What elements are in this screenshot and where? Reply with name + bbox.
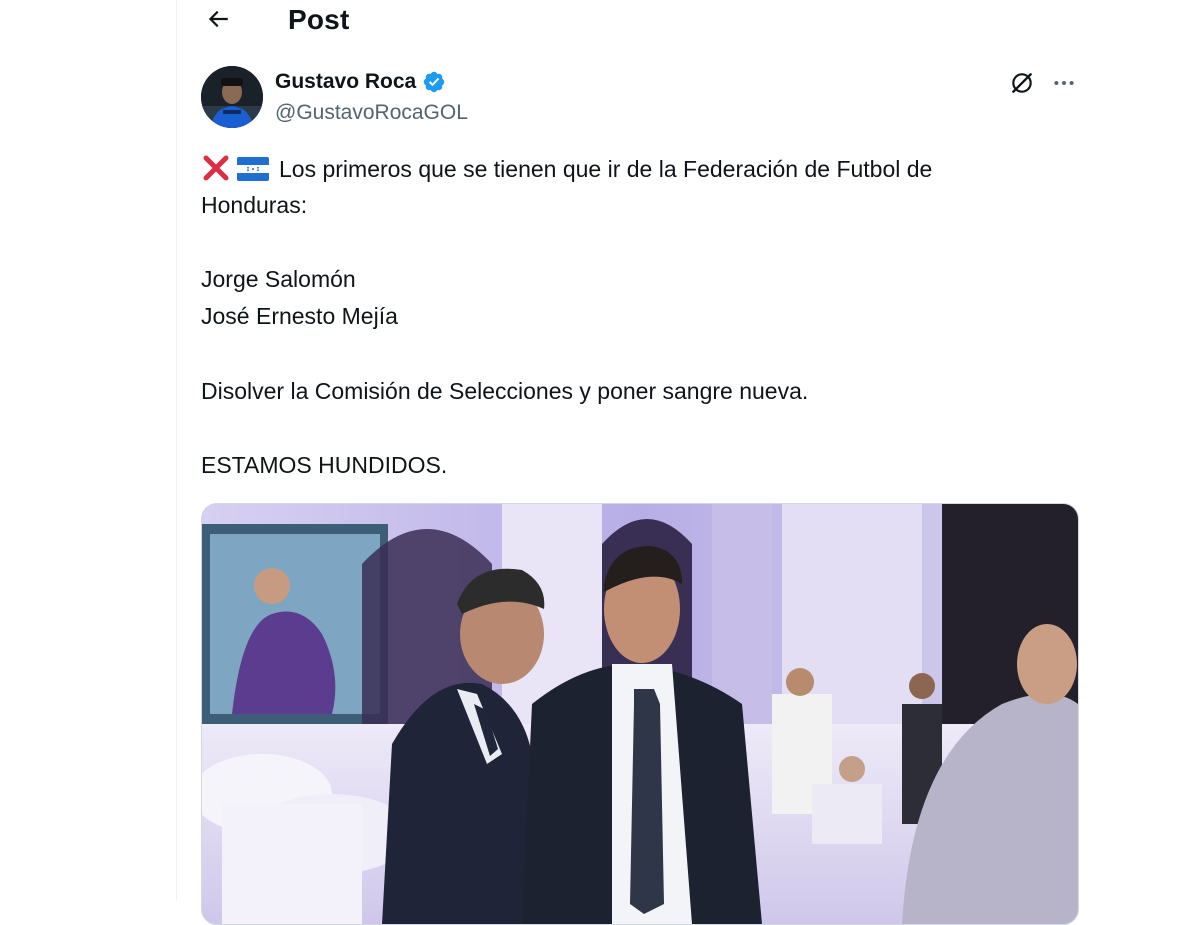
tweet-text-line-3: Jorge Salomón: [201, 266, 356, 292]
tweet-text-line-5: Disolver la Comisión de Selecciones y po…: [201, 378, 809, 404]
tweet-media-photo[interactable]: [201, 503, 1079, 925]
back-button[interactable]: [201, 2, 235, 36]
page-header: Post: [177, 0, 1100, 44]
honduras-flag-emoji: [237, 157, 269, 181]
author-name[interactable]: Gustavo Roca: [275, 68, 446, 96]
grok-button[interactable]: [1006, 67, 1038, 99]
verified-badge-icon: [422, 70, 446, 94]
avatar[interactable]: [201, 66, 263, 128]
cross-mark-emoji: [201, 153, 231, 183]
arrow-left-icon: [208, 10, 228, 28]
tweet-text-line-4: José Ernesto Mejía: [201, 303, 398, 329]
tweet-text-line-6: ESTAMOS HUNDIDOS.: [201, 452, 448, 478]
author-handle[interactable]: @GustavoRocaGOL: [275, 99, 468, 127]
tweet-text-segment: Los primeros que se tienen que ir de la …: [279, 156, 933, 182]
post-page: Post Gustavo Roca @GustavoRocaGOL Los pr…: [177, 0, 1100, 925]
tweet-text-line-2: Honduras:: [201, 192, 308, 218]
grok-icon: [1012, 73, 1032, 93]
more-options-button[interactable]: [1048, 67, 1080, 99]
page-title: Post: [288, 4, 350, 35]
more-icon: [1054, 81, 1074, 85]
tweet-text-line-1: Los primeros que se tienen que ir de la …: [201, 153, 932, 184]
author-name-text: Gustavo Roca: [275, 70, 417, 93]
